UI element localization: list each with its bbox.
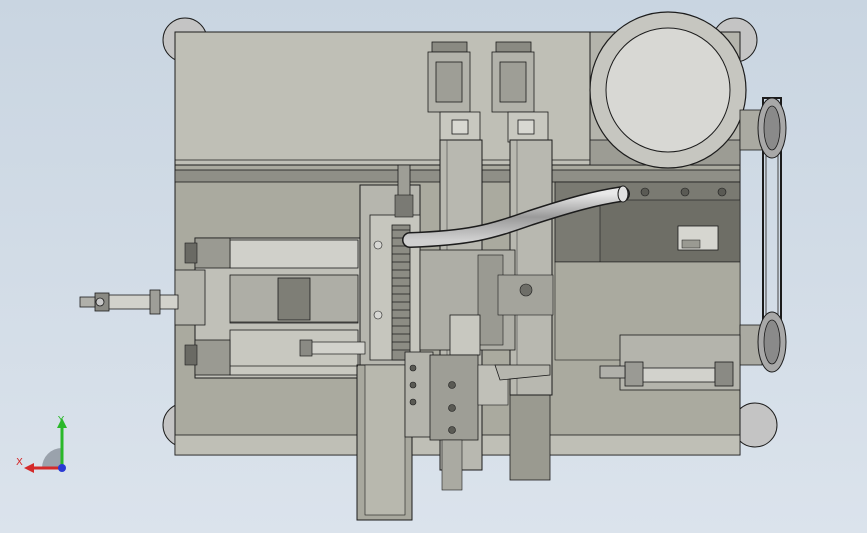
x-axis-arrow xyxy=(24,463,34,473)
air-cylinder-small xyxy=(299,339,366,357)
drum-motor xyxy=(589,11,747,169)
z-axis-dot xyxy=(58,464,66,472)
guide-column-right xyxy=(509,139,553,396)
index-sprocket xyxy=(359,164,421,366)
cad-viewport[interactable]: X Y xyxy=(0,0,867,533)
y-axis-label: Y xyxy=(58,415,65,426)
air-cylinder-left xyxy=(79,269,206,326)
x-axis-label: X xyxy=(16,457,23,468)
coordinate-triad xyxy=(24,418,67,473)
left-carriage xyxy=(184,237,361,379)
belt-drive xyxy=(739,97,787,373)
air-cylinder-right xyxy=(599,334,741,391)
model-view[interactable] xyxy=(0,0,867,533)
